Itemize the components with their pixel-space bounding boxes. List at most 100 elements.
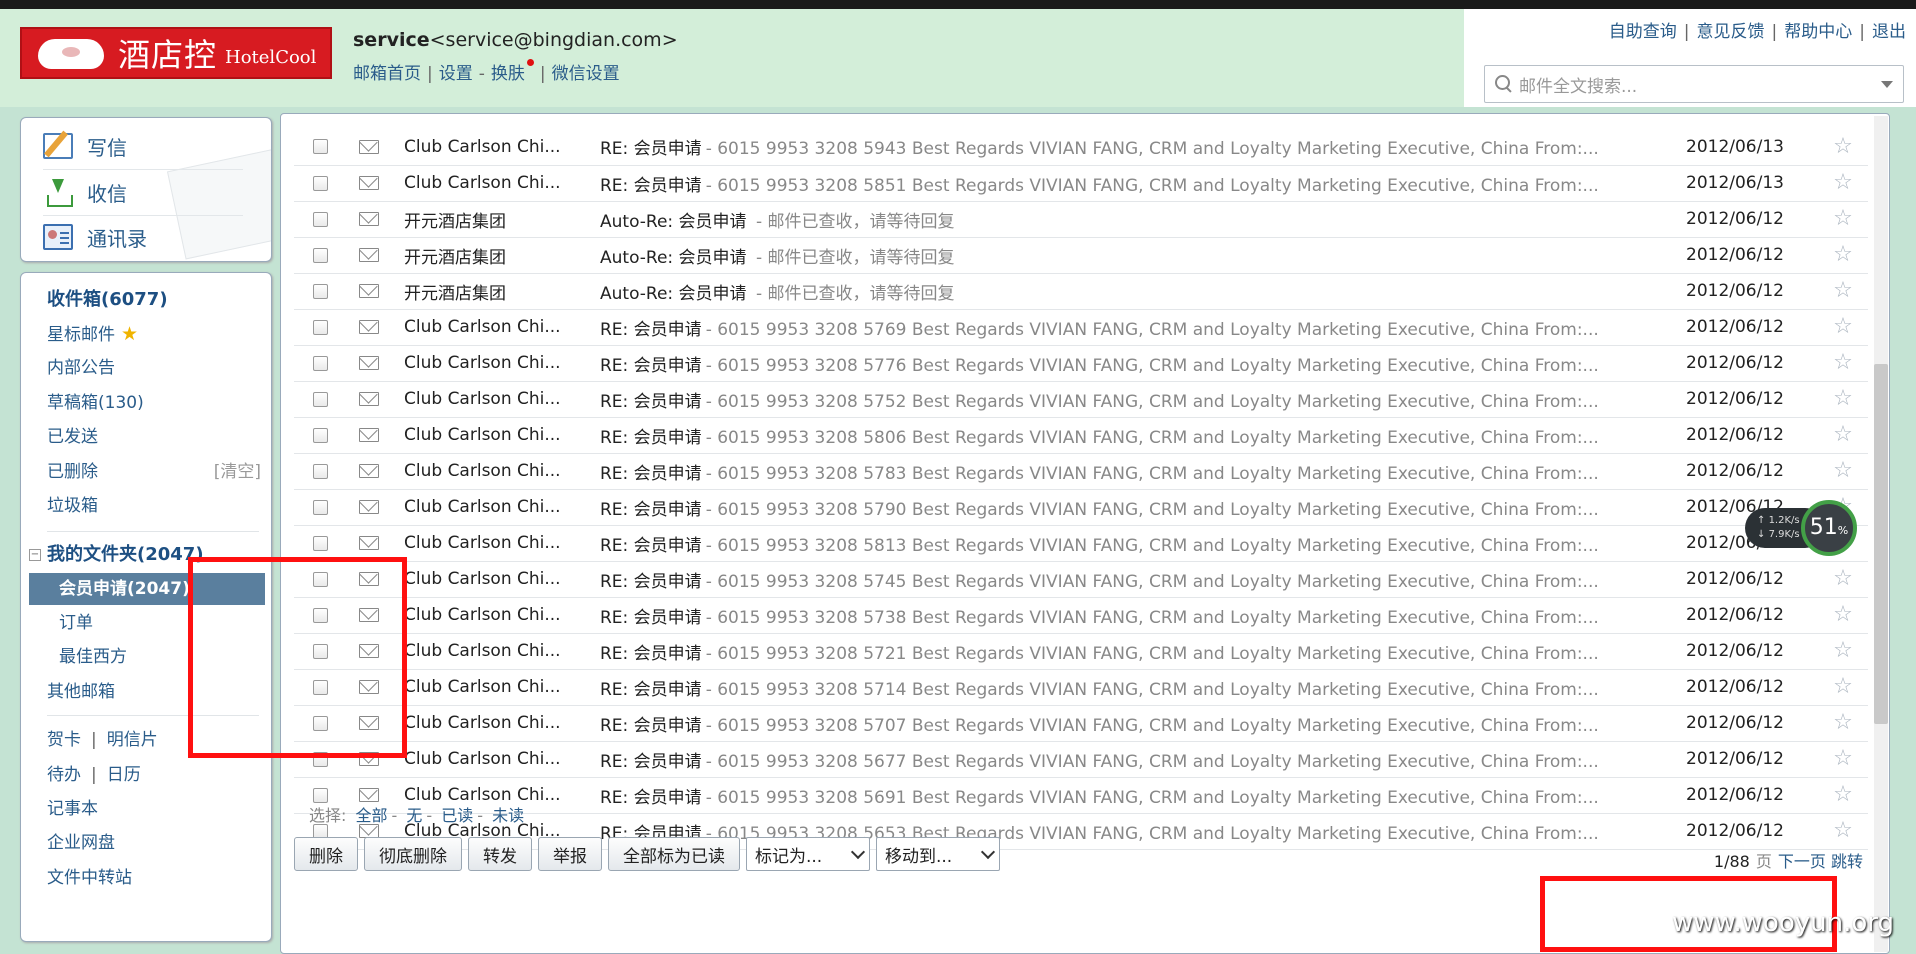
mail-sender[interactable]: Club Carlson Chi... bbox=[392, 165, 596, 201]
mail-subject-cell[interactable]: RE: 会员申请 - 6015 9953 3208 5806 Best Regar… bbox=[596, 417, 1686, 453]
link-file-transfer[interactable]: 文件中转站 bbox=[47, 863, 132, 893]
folder-deleted[interactable]: 已删除 bbox=[47, 457, 98, 487]
mail-sender[interactable]: Club Carlson Chi... bbox=[392, 597, 596, 633]
link-mail-home[interactable]: 邮箱首页 bbox=[353, 64, 421, 84]
jump-page-link[interactable]: 跳转 bbox=[1831, 852, 1863, 871]
permanent-delete-button[interactable]: 彻底删除 bbox=[364, 837, 462, 871]
folder-spam[interactable]: 垃圾箱 bbox=[47, 491, 98, 521]
mail-subject-cell[interactable]: Auto-Re: 会员申请 - 邮件已查收，请等待回复 bbox=[596, 273, 1686, 309]
mail-subject-cell[interactable]: RE: 会员申请 - 6015 9953 3208 5677 Best Regar… bbox=[596, 741, 1686, 777]
select-none-link[interactable]: 无 bbox=[406, 806, 422, 825]
row-checkbox[interactable] bbox=[312, 787, 328, 803]
mail-row[interactable]: Club Carlson Chi... RE: 会员申请 - 6015 9953 3… bbox=[294, 669, 1868, 705]
mail-sender[interactable]: Club Carlson Chi... bbox=[392, 705, 596, 741]
mail-sender[interactable]: Club Carlson Chi... bbox=[392, 345, 596, 381]
folder-orders[interactable]: 订单 bbox=[59, 608, 93, 638]
star-outline-icon[interactable]: ☆ bbox=[1833, 134, 1853, 159]
folder-other-mailboxes[interactable]: 其他邮箱 bbox=[47, 677, 115, 707]
row-checkbox[interactable] bbox=[312, 355, 328, 371]
link-calendar[interactable]: 日历 bbox=[107, 765, 141, 785]
mail-subject-cell[interactable]: RE: 会员申请 - 6015 9953 3208 5943 Best Regar… bbox=[596, 129, 1686, 165]
mail-row[interactable]: Club Carlson Chi... RE: 会员申请 - 6015 9953 3… bbox=[294, 309, 1868, 345]
star-outline-icon[interactable]: ☆ bbox=[1833, 674, 1853, 699]
mail-subject-cell[interactable]: RE: 会员申请 - 6015 9953 3208 5769 Best Regar… bbox=[596, 309, 1686, 345]
mail-subject-cell[interactable]: RE: 会员申请 - 6015 9953 3208 5783 Best Regar… bbox=[596, 453, 1686, 489]
star-outline-icon[interactable]: ☆ bbox=[1833, 386, 1853, 411]
mail-subject-cell[interactable]: RE: 会员申请 - 6015 9953 3208 5745 Best Regar… bbox=[596, 561, 1686, 597]
star-outline-icon[interactable]: ☆ bbox=[1833, 818, 1853, 843]
collapse-toggle-icon[interactable]: − bbox=[29, 549, 41, 561]
link-wechat-settings[interactable]: 微信设置 bbox=[552, 64, 620, 84]
mail-sender[interactable]: Club Carlson Chi... bbox=[392, 741, 596, 777]
report-button[interactable]: 举报 bbox=[538, 837, 602, 871]
star-outline-icon[interactable]: ☆ bbox=[1833, 710, 1853, 735]
star-outline-icon[interactable]: ☆ bbox=[1833, 206, 1853, 231]
row-checkbox[interactable] bbox=[312, 175, 328, 191]
row-checkbox[interactable] bbox=[312, 535, 328, 551]
mail-row[interactable]: Club Carlson Chi... RE: 会员申请 - 6015 9953 3… bbox=[294, 525, 1868, 561]
link-feedback[interactable]: 意见反馈 bbox=[1697, 22, 1765, 42]
select-all-link[interactable]: 全部 bbox=[356, 806, 388, 825]
mail-sender[interactable]: Club Carlson Chi... bbox=[392, 489, 596, 525]
star-outline-icon[interactable]: ☆ bbox=[1833, 458, 1853, 483]
mail-subject-cell[interactable]: Auto-Re: 会员申请 - 邮件已查收，请等待回复 bbox=[596, 237, 1686, 273]
logo[interactable]: 酒店控 HotelCool bbox=[20, 27, 332, 79]
mail-row[interactable]: 开元酒店集团 Auto-Re: 会员申请 - 邮件已查收，请等待回复 2012/06… bbox=[294, 201, 1868, 237]
mail-row[interactable]: Club Carlson Chi... RE: 会员申请 - 6015 9953 3… bbox=[294, 489, 1868, 525]
mark-as-select[interactable]: 标记为... bbox=[746, 837, 870, 871]
star-outline-icon[interactable]: ☆ bbox=[1833, 422, 1853, 447]
link-skin[interactable]: 换肤 bbox=[491, 64, 525, 84]
link-logout[interactable]: 退出 bbox=[1872, 22, 1906, 42]
mail-sender[interactable]: 开元酒店集团 bbox=[392, 273, 596, 309]
mail-row[interactable]: Club Carlson Chi... RE: 会员申请 - 6015 9953 3… bbox=[294, 741, 1868, 777]
star-outline-icon[interactable]: ☆ bbox=[1833, 638, 1853, 663]
link-postcard[interactable]: 明信片 bbox=[107, 730, 158, 750]
link-settings[interactable]: 设置 bbox=[439, 64, 473, 84]
mail-sender[interactable]: Club Carlson Chi... bbox=[392, 309, 596, 345]
mail-sender[interactable]: Club Carlson Chi... bbox=[392, 381, 596, 417]
mail-row[interactable]: Club Carlson Chi... RE: 会员申请 - 6015 9953 3… bbox=[294, 129, 1868, 165]
mail-subject-cell[interactable]: RE: 会员申请 - 6015 9953 3208 5776 Best Regar… bbox=[596, 345, 1686, 381]
mail-sender[interactable]: Club Carlson Chi... bbox=[392, 417, 596, 453]
folder-sent[interactable]: 已发送 bbox=[47, 422, 98, 452]
select-read-link[interactable]: 已读 bbox=[441, 806, 473, 825]
mail-subject-cell[interactable]: RE: 会员申请 - 6015 9953 3208 5691 Best Regar… bbox=[596, 777, 1686, 813]
receive-button[interactable]: 收信 bbox=[43, 172, 127, 212]
row-checkbox[interactable] bbox=[312, 319, 328, 335]
delete-button[interactable]: 删除 bbox=[294, 837, 358, 871]
mail-sender[interactable]: 开元酒店集团 bbox=[392, 201, 596, 237]
link-greeting-card[interactable]: 贺卡 bbox=[47, 730, 81, 750]
contacts-button[interactable]: 通讯录 bbox=[43, 217, 147, 257]
select-unread-link[interactable]: 未读 bbox=[492, 806, 524, 825]
folder-best-western[interactable]: 最佳西方 bbox=[59, 642, 127, 672]
link-todo[interactable]: 待办 bbox=[47, 765, 81, 785]
row-checkbox[interactable] bbox=[312, 391, 328, 407]
link-help[interactable]: 帮助中心 bbox=[1784, 22, 1852, 42]
star-outline-icon[interactable]: ☆ bbox=[1833, 350, 1853, 375]
star-outline-icon[interactable]: ☆ bbox=[1833, 170, 1853, 195]
link-self-query[interactable]: 自助查询 bbox=[1609, 22, 1677, 42]
mail-row[interactable]: Club Carlson Chi... RE: 会员申请 - 6015 9953 3… bbox=[294, 561, 1868, 597]
row-checkbox[interactable] bbox=[312, 211, 328, 227]
mail-sender[interactable]: 开元酒店集团 bbox=[392, 237, 596, 273]
mail-sender[interactable]: Club Carlson Chi... bbox=[392, 633, 596, 669]
link-netdisk[interactable]: 企业网盘 bbox=[47, 828, 115, 858]
mail-subject-cell[interactable]: RE: 会员申请 - 6015 9953 3208 5738 Best Regar… bbox=[596, 597, 1686, 633]
mail-sender[interactable]: Club Carlson Chi... bbox=[392, 561, 596, 597]
mail-sender[interactable]: Club Carlson Chi... bbox=[392, 525, 596, 561]
mail-row[interactable]: Club Carlson Chi... RE: 会员申请 - 6015 9953 3… bbox=[294, 633, 1868, 669]
mail-row[interactable]: Club Carlson Chi... RE: 会员申请 - 6015 9953 3… bbox=[294, 777, 1868, 813]
mail-sender[interactable]: Club Carlson Chi... bbox=[392, 129, 596, 165]
move-to-select[interactable]: 移动到... bbox=[876, 837, 1000, 871]
mail-sender[interactable]: Club Carlson Chi... bbox=[392, 453, 596, 489]
row-checkbox[interactable] bbox=[312, 427, 328, 443]
star-outline-icon[interactable]: ☆ bbox=[1833, 602, 1853, 627]
row-checkbox[interactable] bbox=[312, 463, 328, 479]
mail-subject-cell[interactable]: RE: 会员申请 - 6015 9953 3208 5790 Best Regar… bbox=[596, 489, 1686, 525]
mail-row[interactable]: Club Carlson Chi... RE: 会员申请 - 6015 9953 3… bbox=[294, 453, 1868, 489]
star-outline-icon[interactable]: ☆ bbox=[1833, 314, 1853, 339]
mail-subject-cell[interactable]: RE: 会员申请 - 6015 9953 3208 5813 Best Regar… bbox=[596, 525, 1686, 561]
mail-sender[interactable]: Club Carlson Chi... bbox=[392, 669, 596, 705]
search-dropdown-icon[interactable] bbox=[1881, 80, 1893, 88]
search-input[interactable]: 邮件全文搜索... bbox=[1484, 65, 1904, 103]
